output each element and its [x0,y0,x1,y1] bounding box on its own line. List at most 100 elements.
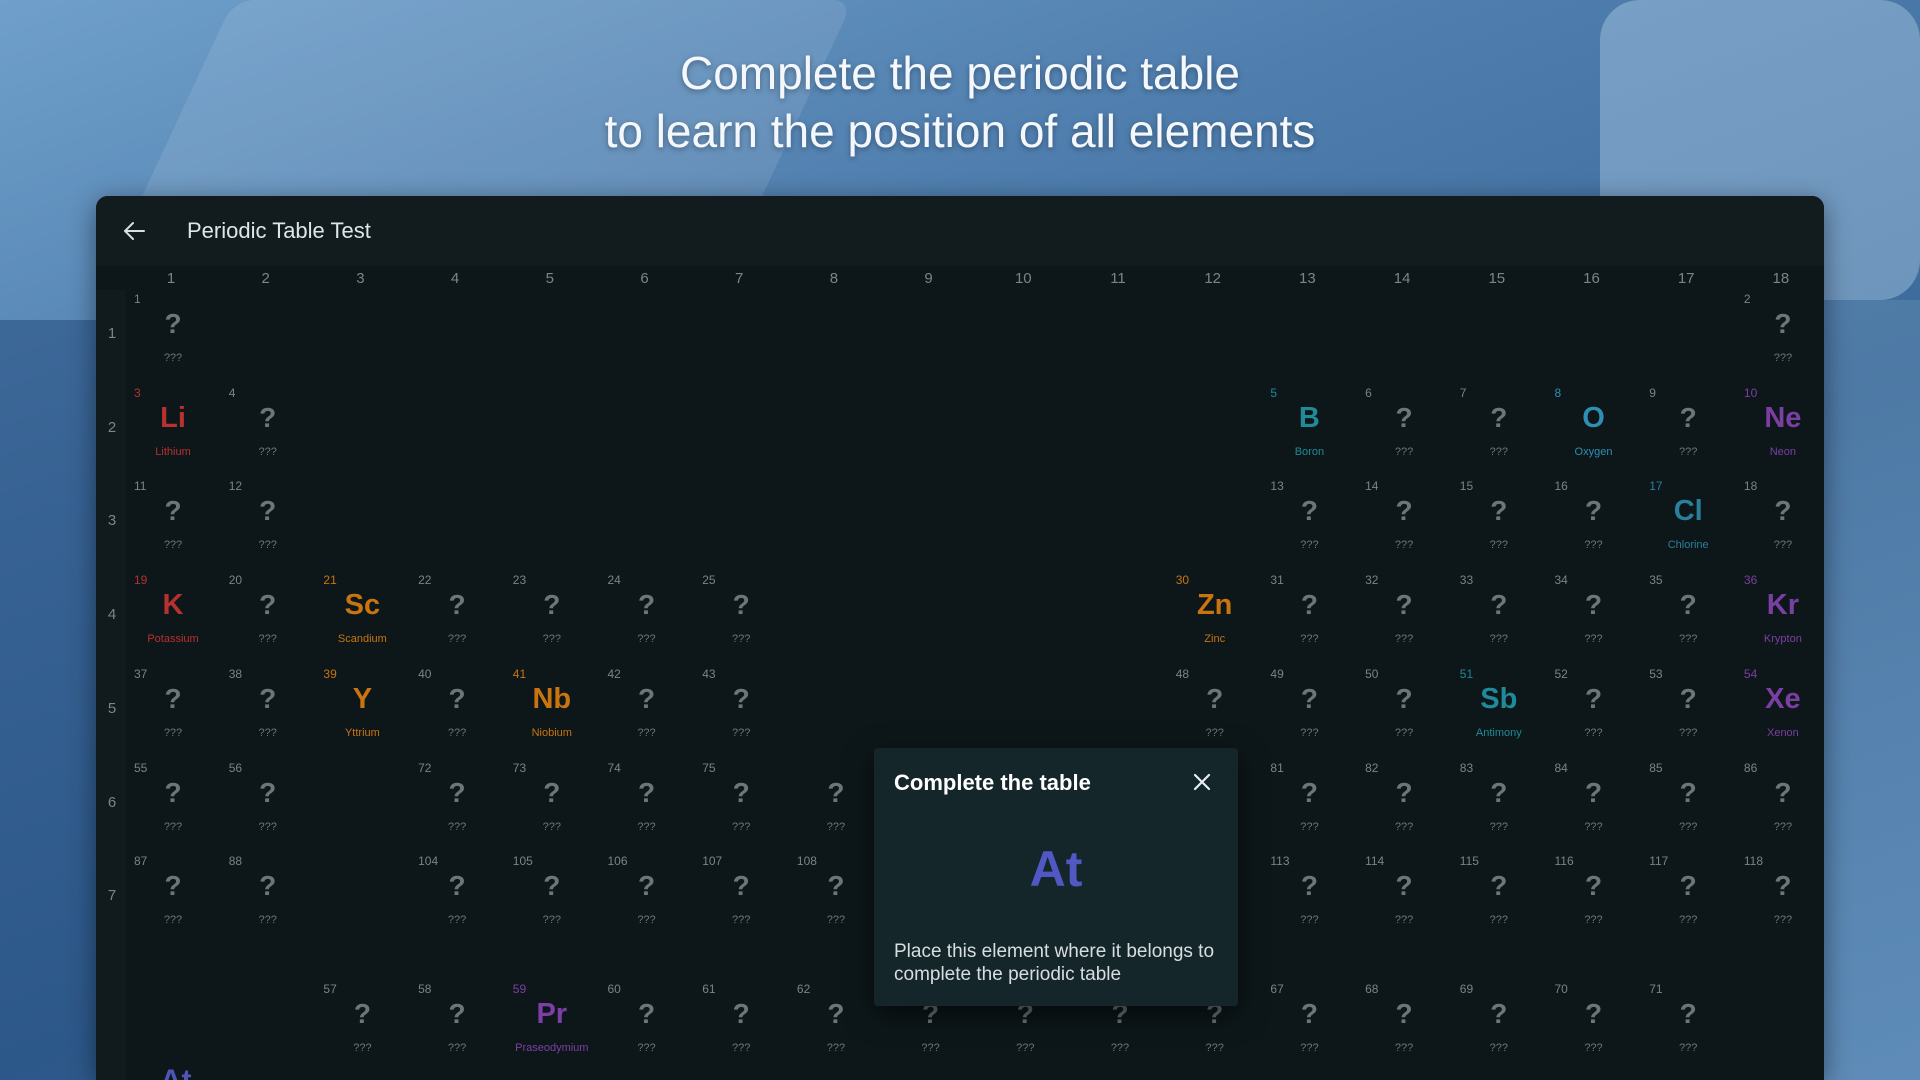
element-slot[interactable]: 81???? [1264,759,1354,849]
element-slot[interactable]: 31???? [1264,571,1354,661]
element-cell-nb[interactable]: 41 Nb Niobium [507,665,597,755]
element-slot[interactable]: 37???? [128,665,218,755]
element-slot[interactable]: 114???? [1359,852,1449,942]
element-slot[interactable]: 50???? [1359,665,1449,755]
element-slot[interactable]: 115???? [1454,852,1544,942]
element-slot[interactable]: 35???? [1643,571,1733,661]
element-cell-k[interactable]: 19 K Potassium [128,571,218,661]
element-slot[interactable]: 7???? [1454,384,1544,474]
element-slot[interactable]: 25???? [696,571,786,661]
element-slot[interactable]: 116???? [1549,852,1639,942]
element-slot[interactable]: 23???? [507,571,597,661]
element-slot[interactable]: 71???? [1643,980,1733,1070]
element-slot[interactable]: 82???? [1359,759,1449,849]
element-slot[interactable]: 70???? [1549,980,1639,1070]
element-slot[interactable]: 9???? [1643,384,1733,474]
element-symbol: Sc [344,589,381,622]
element-slot[interactable]: 105???? [507,852,597,942]
element-slot[interactable]: 68???? [1359,980,1449,1070]
element-slot[interactable]: 108???? [791,852,881,942]
element-slot[interactable]: 18???? [1738,477,1824,567]
atomic-number: 83 [1459,760,1474,775]
atomic-number: 62 [796,982,811,996]
element-slot[interactable]: 75???? [696,759,786,849]
element-cell-cl[interactable]: 17 Cl Chlorine [1643,477,1733,567]
element-slot[interactable]: 85???? [1643,759,1733,849]
element-slot[interactable]: 49???? [1264,665,1354,755]
element-slot[interactable]: 2???? [1738,290,1824,380]
atomic-number: 49 [1270,666,1284,681]
element-slot[interactable]: 72???? [412,759,502,849]
element-cell-ne[interactable]: 10 Ne Neon [1738,384,1824,474]
unknown-name: ??? [1773,914,1793,927]
element-slot[interactable]: 24???? [602,571,692,661]
element-slot[interactable]: 52???? [1549,665,1639,755]
element-cell-o[interactable]: 8 O Oxygen [1549,384,1639,474]
element-slot[interactable]: 107???? [696,852,786,942]
element-cell-kr[interactable]: 36 Kr Krypton [1738,571,1824,661]
unknown-name: ??? [732,726,751,739]
element-slot[interactable]: 74???? [602,759,692,849]
element-slot[interactable]: 61???? [696,980,786,1070]
element-cell-b[interactable]: 5 B Boron [1264,384,1354,474]
element-cell-li[interactable]: 3 Li Lithium [128,384,218,474]
element-slot[interactable]: 14???? [1359,477,1449,567]
element-slot[interactable]: 84???? [1549,759,1639,849]
element-slot[interactable]: 86???? [1738,759,1824,849]
unknown-symbol: ? [1679,589,1697,621]
element-slot[interactable]: 40???? [412,665,502,755]
unknown-name: ??? [1394,633,1414,646]
element-name: Boron [1294,445,1325,458]
element-slot[interactable]: 62???? [791,980,881,1070]
element-slot[interactable]: 87???? [128,852,218,942]
element-cell-y[interactable]: 39 Y Yttrium [317,665,407,755]
element-slot[interactable]: 16???? [1549,477,1639,567]
element-slot[interactable]: 32???? [1359,571,1449,661]
element-slot[interactable]: 53???? [1643,665,1733,755]
element-peek[interactable]: At [160,1060,220,1080]
element-slot[interactable]: 117???? [1643,852,1733,942]
element-cell-sc[interactable]: 21 Sc Scandium [317,571,407,661]
element-slot[interactable]: 55???? [128,759,218,849]
element-cell-zn[interactable]: 30 Zn Zinc [1170,571,1260,661]
element-slot[interactable]: 69???? [1454,980,1544,1070]
element-slot[interactable]: 58???? [412,980,502,1070]
element-slot[interactable]: 42???? [602,665,692,755]
element-slot[interactable]: ???? [791,759,881,849]
element-slot[interactable]: 73???? [507,759,597,849]
unknown-symbol: ? [164,308,182,339]
element-cell-xe[interactable]: 54 Xe Xenon [1738,665,1824,755]
element-slot[interactable]: 106???? [602,852,692,942]
element-slot[interactable]: 11???? [128,477,218,567]
element-slot[interactable]: 15???? [1454,477,1544,567]
element-slot[interactable]: 88???? [223,852,313,942]
element-slot[interactable]: 22???? [412,571,502,661]
element-slot[interactable]: 113???? [1264,852,1354,942]
element-slot[interactable]: 20???? [223,571,313,661]
element-cell-sb[interactable]: 51 Sb Antimony [1454,665,1544,755]
element-slot[interactable]: 38???? [223,665,313,755]
group-header-10: 10 [1014,270,1032,287]
unknown-name: ??? [1679,726,1698,739]
element-slot[interactable]: 83???? [1454,759,1544,849]
element-slot[interactable]: 56???? [223,759,313,849]
element-slot[interactable]: 13???? [1264,477,1354,567]
element-slot[interactable]: 57???? [317,980,407,1070]
element-slot[interactable]: 33???? [1454,571,1544,661]
element-slot[interactable]: 12???? [223,477,313,567]
element-slot[interactable]: 43???? [696,665,786,755]
element-slot[interactable]: 118???? [1738,852,1824,942]
back-button[interactable] [116,213,152,249]
close-button[interactable] [1190,770,1214,794]
element-slot[interactable]: 6???? [1359,384,1449,474]
element-slot[interactable]: 34???? [1549,571,1639,661]
element-slot[interactable]: 1???? [128,290,218,380]
element-slot[interactable]: 60???? [602,980,692,1070]
unknown-symbol: ? [1300,682,1318,714]
element-slot[interactable]: 67???? [1264,980,1354,1070]
element-cell-pr[interactable]: 59 Pr Praseodymium [507,980,597,1070]
element-slot[interactable]: 4???? [223,384,313,474]
element-slot[interactable]: 48???? [1170,665,1260,755]
atomic-number: 21 [323,573,337,588]
element-slot[interactable]: 104???? [412,852,502,942]
